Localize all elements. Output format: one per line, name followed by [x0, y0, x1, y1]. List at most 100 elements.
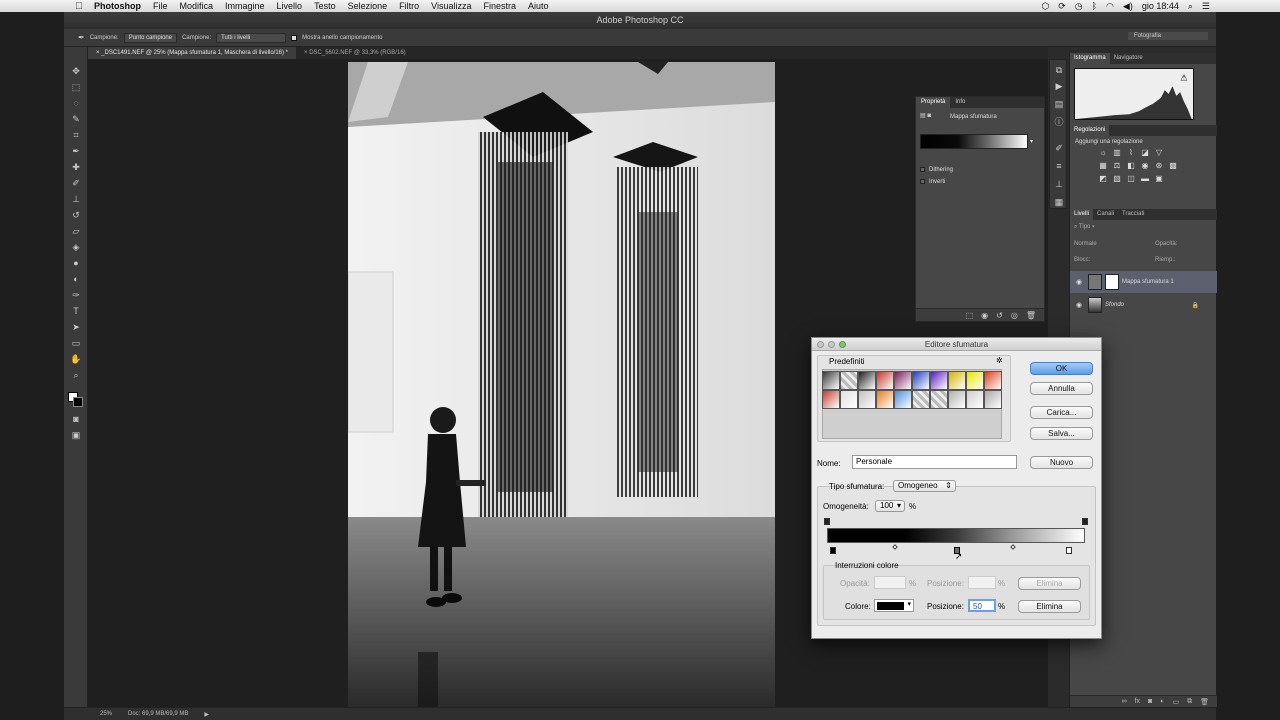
time-machine-icon[interactable]: ◷: [1075, 1, 1083, 12]
workspace-select[interactable]: Fotografia: [1128, 32, 1208, 40]
omogeneita-select[interactable]: 100 ▾: [875, 500, 905, 512]
preset-swatch[interactable]: [984, 390, 1002, 409]
channel-mixer-icon[interactable]: ⊛: [1154, 161, 1164, 171]
new-group-icon[interactable]: ▭: [1172, 698, 1179, 706]
preset-swatch[interactable]: [948, 390, 966, 409]
brightness-icon[interactable]: ☼: [1098, 148, 1108, 158]
status-arrow-icon[interactable]: ▶: [204, 711, 209, 718]
campione2-select[interactable]: Tutti i livelli: [216, 32, 287, 43]
brush-presets-icon[interactable]: ✐: [1053, 142, 1065, 154]
preset-swatch[interactable]: [894, 390, 912, 409]
volume-icon[interactable]: ◀): [1123, 1, 1133, 12]
apple-menu-icon[interactable]: : [70, 1, 88, 12]
selective-color-icon[interactable]: ▣: [1154, 174, 1164, 184]
tab-doc-2[interactable]: × DSC_5602.NEF @ 33,3% (RGB/16): [296, 47, 414, 59]
layer-filter-kind[interactable]: ⌕ Tipo ▾: [1074, 224, 1095, 231]
zoom-tool-icon[interactable]: ⌕: [69, 369, 83, 381]
zoom-button[interactable]: [839, 341, 846, 348]
eraser-tool-icon[interactable]: ▱: [69, 225, 83, 237]
dithering-checkbox[interactable]: [920, 167, 925, 172]
dropbox-icon[interactable]: ⬡: [1041, 1, 1049, 12]
vibrance-icon[interactable]: ▽: [1154, 148, 1164, 158]
properties-icon[interactable]: ▤: [1053, 98, 1065, 110]
anello-checkbox[interactable]: [291, 34, 298, 41]
menu-app[interactable]: Photoshop: [88, 1, 147, 11]
spotlight-icon[interactable]: ⌕: [1188, 1, 1193, 12]
sync-icon[interactable]: ⟳: [1058, 1, 1066, 12]
preset-swatch[interactable]: [822, 371, 840, 390]
curves-icon[interactable]: ⌇: [1126, 148, 1136, 158]
tab-doc-1[interactable]: × _DSC1491.NEF @ 25% (Mappa sfumatura 1,…: [88, 47, 297, 59]
preset-swatch[interactable]: [984, 371, 1002, 390]
stamp-tool-icon[interactable]: ⊥: [69, 193, 83, 205]
preset-swatch[interactable]: [930, 390, 948, 409]
trash-icon[interactable]: 🗑: [1026, 311, 1036, 320]
posterize-icon[interactable]: ▧: [1112, 174, 1122, 184]
posizione-input[interactable]: 50: [968, 599, 996, 612]
menu-visualizza[interactable]: Visualizza: [425, 1, 477, 11]
link-icon[interactable]: ∞: [1122, 698, 1127, 705]
layer-visibility-eye-icon[interactable]: ◉: [1070, 301, 1088, 309]
clip-icon[interactable]: ⬚: [966, 311, 974, 320]
menu-filtro[interactable]: Filtro: [393, 1, 425, 11]
info-icon[interactable]: ⓘ: [1053, 116, 1065, 128]
hand-tool-icon[interactable]: ✋: [69, 353, 83, 365]
presets-settings-icon[interactable]: ✲: [996, 356, 1003, 365]
preset-swatch[interactable]: [858, 390, 876, 409]
ok-button[interactable]: OK: [1030, 362, 1093, 375]
campione-select[interactable]: Punto campione: [123, 32, 178, 43]
tab-tracciati[interactable]: Tracciati: [1118, 209, 1148, 220]
bw-icon[interactable]: ◧: [1126, 161, 1136, 171]
exposure-icon[interactable]: ◪: [1140, 148, 1150, 158]
menu-finestra[interactable]: Finestra: [477, 1, 522, 11]
color-stop-black[interactable]: [830, 547, 836, 554]
hue-icon[interactable]: ▦: [1098, 161, 1108, 171]
preset-swatch[interactable]: [912, 390, 930, 409]
tab-info[interactable]: Info: [950, 97, 970, 108]
blur-tool-icon[interactable]: ●: [69, 257, 83, 269]
nuovo-button[interactable]: Nuovo: [1030, 456, 1093, 469]
nome-input[interactable]: Personale: [852, 455, 1017, 469]
preset-swatch[interactable]: [876, 390, 894, 409]
mask-thumb[interactable]: [1105, 274, 1119, 290]
preset-swatch[interactable]: [966, 371, 984, 390]
quick-mask-icon[interactable]: ◙: [69, 413, 83, 425]
menu-livello[interactable]: Livello: [271, 1, 309, 11]
brush-tool-icon[interactable]: ✐: [69, 177, 83, 189]
eyedropper-tool-icon[interactable]: ✒: [69, 145, 83, 157]
clone-source-icon[interactable]: ⊥: [1053, 178, 1065, 190]
tool-presets-icon[interactable]: ▦: [1053, 196, 1065, 208]
inverti-checkbox[interactable]: [920, 179, 925, 184]
photo-filter-icon[interactable]: ◉: [1140, 161, 1150, 171]
history-icon[interactable]: ⧉: [1053, 64, 1065, 76]
tab-navigatore[interactable]: Navigatore: [1110, 53, 1147, 64]
dodge-tool-icon[interactable]: ◐: [69, 273, 83, 285]
salva-button[interactable]: Salva...: [1030, 427, 1093, 440]
close-button[interactable]: [817, 341, 824, 348]
marquee-tool-icon[interactable]: ⬚: [69, 81, 83, 93]
eyedropper-icon[interactable]: ✒: [78, 33, 85, 42]
pen-tool-icon[interactable]: ✑: [69, 289, 83, 301]
menu-immagine[interactable]: Immagine: [219, 1, 271, 11]
color-balance-icon[interactable]: ⚖: [1112, 161, 1122, 171]
wifi-icon[interactable]: ◠: [1106, 1, 1114, 12]
bucket-tool-icon[interactable]: ◈: [69, 241, 83, 253]
view-previous-icon[interactable]: ◉: [981, 311, 988, 320]
screen-mode-icon[interactable]: ▣: [69, 429, 83, 441]
carica-button[interactable]: Carica...: [1030, 406, 1093, 419]
brush-icon[interactable]: ≡: [1053, 160, 1065, 172]
visibility-icon[interactable]: ◎: [1011, 311, 1018, 320]
move-tool-icon[interactable]: ✥: [69, 65, 83, 77]
invert-icon[interactable]: ◩: [1098, 174, 1108, 184]
color-stop-white[interactable]: [1066, 547, 1072, 554]
opacity-stop-right[interactable]: [1082, 518, 1088, 525]
actions-icon[interactable]: ▶: [1053, 80, 1065, 92]
crop-tool-icon[interactable]: ⌗: [69, 129, 83, 141]
add-mask-icon[interactable]: ◙: [1148, 698, 1152, 705]
minimize-button[interactable]: [828, 341, 835, 348]
menu-selezione[interactable]: Selezione: [342, 1, 394, 11]
trash-icon[interactable]: 🗑: [1200, 698, 1209, 706]
preset-swatch[interactable]: [858, 371, 876, 390]
gradient-dropdown-icon[interactable]: ▾: [1030, 138, 1033, 145]
layer-visibility-eye-icon[interactable]: ◉: [1070, 278, 1088, 286]
